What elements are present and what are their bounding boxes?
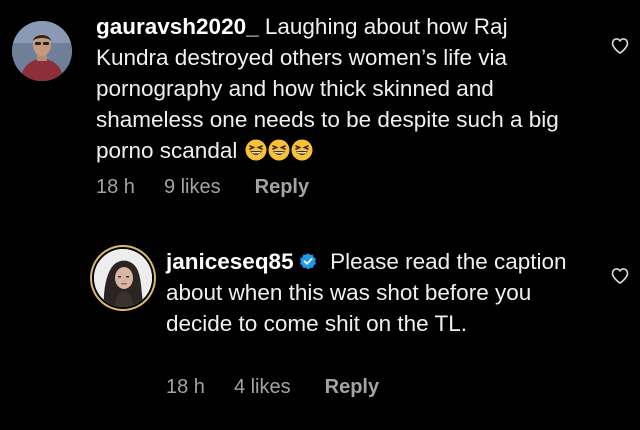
comment: gauravsh2020_ Laughing about how Raj Kun… [0,0,640,215]
grinning-squinting-face-icon [268,139,290,161]
verified-badge-icon [299,253,316,270]
avatar-photo [12,21,72,81]
comment-username[interactable]: janiceseq85 [166,249,294,274]
grinning-squinting-face-icon [245,139,267,161]
heart-outline-icon[interactable] [610,36,630,56]
heart-outline-icon[interactable] [610,266,630,286]
comment-body: gauravsh2020_ Laughing about how Raj Kun… [96,11,566,166]
comment-username[interactable]: gauravsh2020_ [96,14,259,39]
comment-likes-count[interactable]: 4 likes [234,376,291,399]
avatar-photo [94,249,152,307]
comment-timestamp: 18 h [96,176,135,198]
reply-comment: janiceseq85 Please read the caption abou… [0,232,640,430]
avatar[interactable] [12,21,72,81]
comment-meta: 18 h 4 likes Reply [166,376,379,399]
reply-button[interactable]: Reply [255,176,309,199]
grinning-squinting-face-icon [291,139,313,161]
reply-button[interactable]: Reply [325,376,379,399]
comment-likes-count[interactable]: 9 likes [164,176,221,199]
comment-timestamp: 18 h [166,376,205,398]
comment-body: janiceseq85 Please read the caption abou… [166,246,596,339]
comment-meta: 18 h 9 likes Reply [96,176,309,199]
avatar[interactable] [94,249,152,307]
